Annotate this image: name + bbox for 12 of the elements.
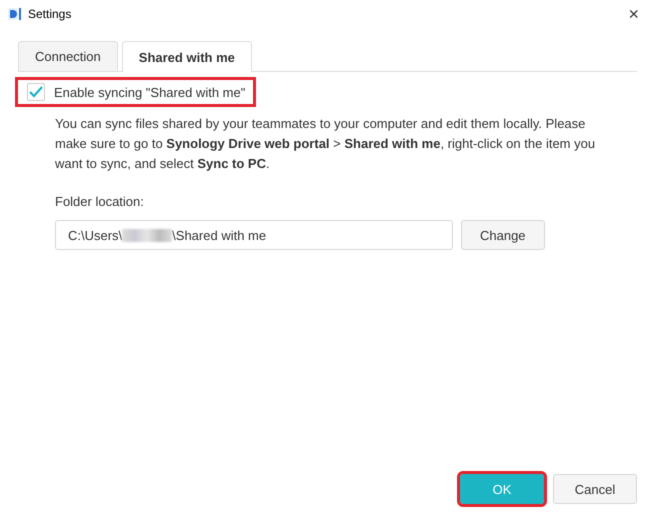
cancel-button[interactable]: Cancel	[553, 474, 637, 504]
field-label: Folder location:	[55, 194, 145, 209]
window-title: Settings	[28, 7, 72, 21]
change-button[interactable]: Change	[461, 220, 545, 250]
close-button[interactable]: ×	[622, 4, 645, 24]
checkbox-label: Enable syncing "Shared with me"	[54, 84, 246, 100]
tab[interactable]: Shared with me	[122, 41, 252, 72]
description-text: You can sync files shared by your teammates to your computer and edit them locally. Please make sure to go to Synology Drive web portal > Shared with me, right-click on the item you want to sync, and select Sync to PC.	[55, 115, 596, 173]
checkbox[interactable]	[27, 83, 45, 101]
app-icon	[8, 7, 22, 21]
tab[interactable]: Connection	[18, 41, 118, 71]
folder-path-field[interactable]: C:\Users\ \Shared with me	[55, 220, 453, 250]
